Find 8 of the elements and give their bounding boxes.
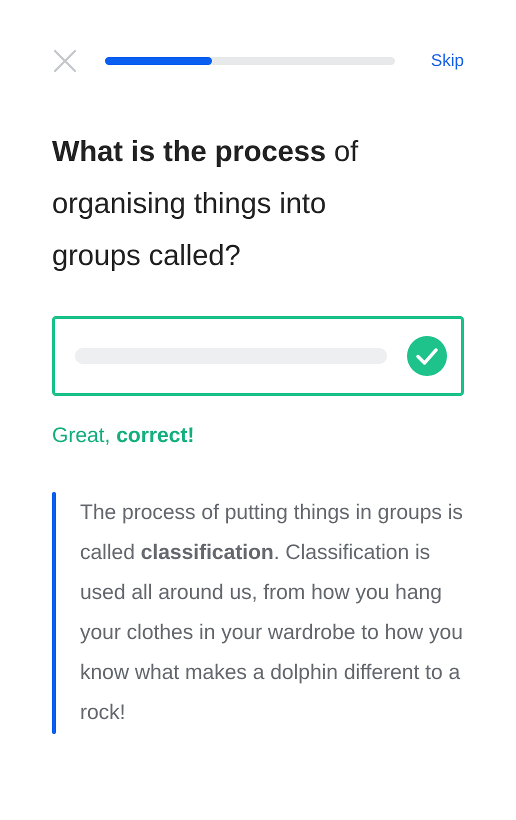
question-text: What is the process of organising things into groups called? — [52, 135, 360, 274]
explanation-text: The process of putting things in groups is called classification. Classification is used all around us, from how you hang your clothes in your wardrobe to how you know what makes a dolphin different to a rock! — [80, 500, 464, 726]
close-icon — [53, 49, 77, 73]
check-icon — [407, 336, 447, 376]
skip-link[interactable]: Skip — [430, 48, 464, 74]
answer-field[interactable] — [52, 316, 464, 396]
feedback-text: Great, correct! — [52, 423, 196, 449]
close-button[interactable] — [52, 48, 78, 74]
